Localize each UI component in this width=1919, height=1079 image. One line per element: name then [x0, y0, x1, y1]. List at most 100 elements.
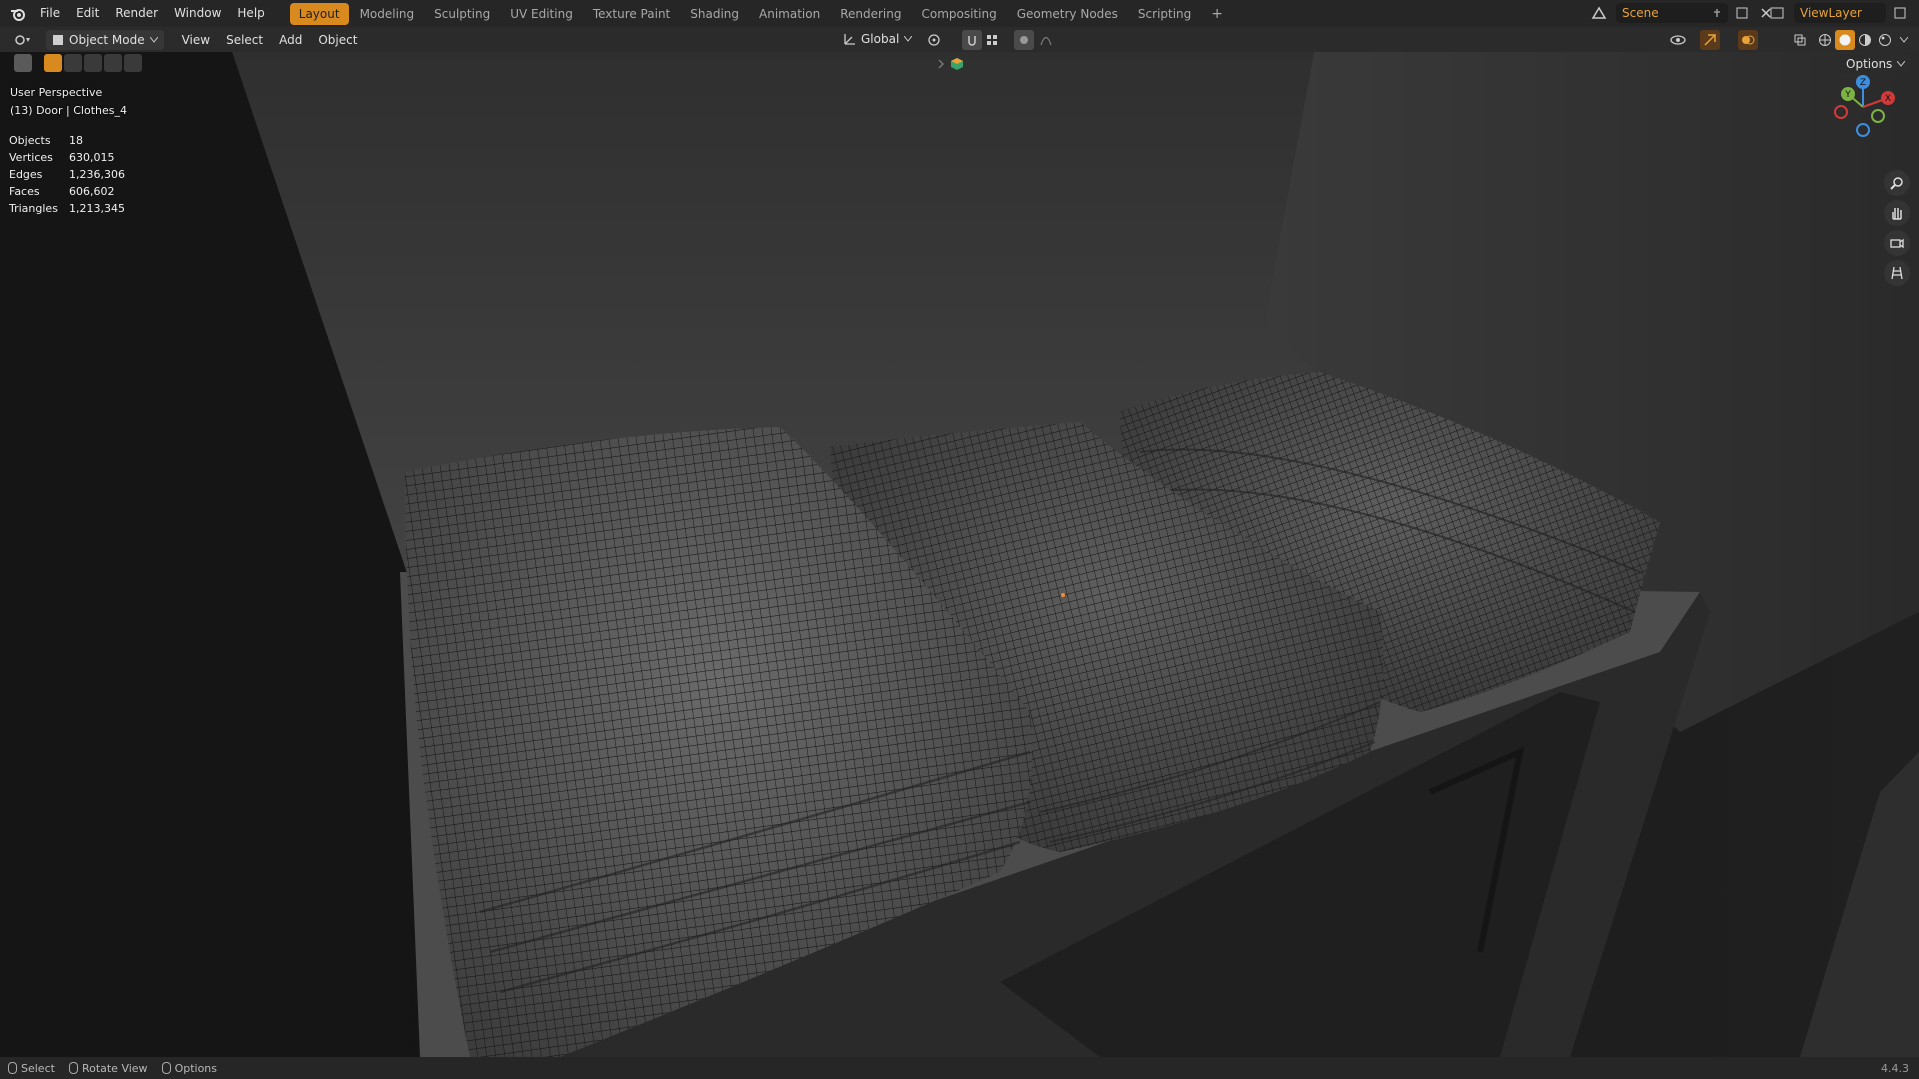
- pin-icon[interactable]: [1712, 8, 1722, 18]
- menu-edit[interactable]: Edit: [68, 0, 107, 27]
- stat-row: Edges 1,236,306: [9, 166, 125, 183]
- material-shading-icon[interactable]: [1855, 30, 1875, 50]
- selection-mode-toolbar: [14, 54, 142, 72]
- proportional-editing-icon[interactable]: [1014, 30, 1034, 50]
- editor-type-icon[interactable]: [8, 30, 38, 50]
- stat-row: Faces 606,602: [9, 183, 125, 200]
- version-label: 4.4.3: [1881, 1061, 1909, 1075]
- stat-label: Vertices: [9, 151, 53, 164]
- viewport-scene: [0, 52, 1919, 1057]
- menu-add[interactable]: Add: [271, 33, 310, 47]
- mouse-middle-icon: [68, 1062, 78, 1074]
- menu-file[interactable]: File: [32, 0, 68, 27]
- camera-view-button[interactable]: [1884, 230, 1910, 256]
- tab-geometry-nodes[interactable]: Geometry Nodes: [1008, 3, 1127, 25]
- tab-uv-editing[interactable]: UV Editing: [501, 3, 582, 25]
- menu-object[interactable]: Object: [310, 33, 365, 47]
- tab-shading[interactable]: Shading: [681, 3, 748, 25]
- orientation-label: Global: [861, 32, 900, 46]
- stat-row: Triangles 1,213,345: [9, 200, 125, 217]
- gizmo-y-label: Y: [1844, 90, 1851, 100]
- gizmo-x-label: X: [1885, 94, 1891, 104]
- scene-icon[interactable]: [1586, 3, 1612, 23]
- overlays-icon[interactable]: [1738, 30, 1758, 50]
- stat-value: 606,602: [69, 185, 115, 198]
- scene-field[interactable]: Scene: [1616, 3, 1728, 23]
- menu-help[interactable]: Help: [229, 0, 272, 27]
- pivot-point-icon[interactable]: [922, 30, 946, 50]
- tab-compositing[interactable]: Compositing: [912, 3, 1005, 25]
- status-options: Options: [161, 1062, 217, 1075]
- hand-icon: [1890, 206, 1904, 220]
- new-view-layer-icon[interactable]: [1890, 3, 1910, 23]
- transform-orientation-dropdown[interactable]: Global: [838, 29, 918, 49]
- top-bar: File Edit Render Window Help Layout Mode…: [0, 0, 1919, 27]
- status-rotate: Rotate View: [68, 1062, 148, 1075]
- add-workspace-button[interactable]: +: [1202, 3, 1232, 25]
- view-name: User Perspective: [10, 86, 103, 99]
- rendered-shading-icon[interactable]: [1875, 30, 1895, 50]
- navigation-gizmo[interactable]: Z Y X: [1828, 74, 1898, 140]
- 3d-viewport[interactable]: User Perspective (13) Door | Clothes_4 O…: [0, 52, 1919, 1057]
- chevron-down-icon: [149, 36, 158, 43]
- select-mode-subtract-icon[interactable]: [84, 54, 102, 72]
- gizmo-toggle-icon[interactable]: [1700, 30, 1720, 50]
- view-layer-icon[interactable]: [1764, 3, 1790, 23]
- menu-view[interactable]: View: [174, 33, 218, 47]
- menu-window[interactable]: Window: [166, 0, 229, 27]
- stat-row: Vertices 630,015: [9, 149, 125, 166]
- tab-texture-paint[interactable]: Texture Paint: [584, 3, 679, 25]
- tab-animation[interactable]: Animation: [750, 3, 829, 25]
- snap-target-icon[interactable]: [980, 30, 1004, 50]
- xray-icon[interactable]: [1790, 30, 1810, 50]
- gizmo-neg-z-axis[interactable]: [1856, 123, 1870, 137]
- shading-options-chevron-icon[interactable]: [1896, 30, 1912, 50]
- view-layer-field[interactable]: ViewLayer: [1794, 3, 1886, 23]
- stat-label: Objects: [9, 134, 51, 147]
- gizmo-neg-y-axis[interactable]: [1871, 109, 1885, 123]
- status-select: Select: [8, 1062, 55, 1075]
- gizmo-neg-x-axis[interactable]: [1834, 105, 1848, 119]
- menu-select[interactable]: Select: [218, 33, 271, 47]
- stat-label: Triangles: [9, 202, 58, 215]
- scene-selector: Scene: [1586, 3, 1776, 23]
- select-mode-intersect-icon[interactable]: [124, 54, 142, 72]
- tab-modeling[interactable]: Modeling: [351, 3, 424, 25]
- select-box-tool-icon[interactable]: [14, 54, 32, 72]
- camera-icon: [1890, 236, 1904, 250]
- tab-layout[interactable]: Layout: [289, 2, 349, 25]
- falloff-icon[interactable]: [1036, 30, 1056, 50]
- stat-label: Faces: [9, 185, 40, 198]
- chevron-down-icon: [904, 36, 913, 42]
- mode-dropdown[interactable]: Object Mode: [46, 29, 164, 50]
- options-dropdown[interactable]: Options: [1840, 54, 1912, 74]
- blender-logo-icon[interactable]: [4, 0, 32, 27]
- select-mode-invert-icon[interactable]: [104, 54, 122, 72]
- menu-render[interactable]: Render: [107, 0, 166, 27]
- stat-value: 1,236,306: [69, 168, 125, 181]
- select-mode-extend-icon[interactable]: [64, 54, 82, 72]
- gizmo-z-label: Z: [1860, 78, 1866, 88]
- collection-icon[interactable]: [948, 55, 966, 73]
- select-mode-new-icon[interactable]: [44, 54, 62, 72]
- perspective-toggle-button[interactable]: [1884, 260, 1910, 286]
- visibility-icon[interactable]: [1664, 30, 1692, 50]
- mouse-right-icon: [161, 1062, 171, 1074]
- tab-scripting[interactable]: Scripting: [1129, 3, 1200, 25]
- viewport-header: Object Mode View Select Add Object Globa…: [0, 27, 1919, 52]
- zoom-icon: [1890, 176, 1904, 190]
- solid-shading-icon[interactable]: [1835, 30, 1855, 50]
- snap-icon[interactable]: [962, 30, 982, 50]
- tab-sculpting[interactable]: Sculpting: [425, 3, 499, 25]
- zoom-button[interactable]: [1884, 170, 1910, 196]
- tab-rendering[interactable]: Rendering: [831, 3, 910, 25]
- status-select-label: Select: [21, 1061, 55, 1075]
- grid-icon: [1890, 266, 1904, 280]
- stat-value: 1,213,345: [69, 202, 125, 215]
- pan-button[interactable]: [1884, 200, 1910, 226]
- new-scene-icon[interactable]: [1732, 3, 1752, 23]
- wireframe-shading-icon[interactable]: [1815, 30, 1835, 50]
- mouse-left-icon: [8, 1062, 17, 1074]
- stat-row: Objects 18: [9, 132, 125, 149]
- scene-name: Scene: [1622, 6, 1659, 20]
